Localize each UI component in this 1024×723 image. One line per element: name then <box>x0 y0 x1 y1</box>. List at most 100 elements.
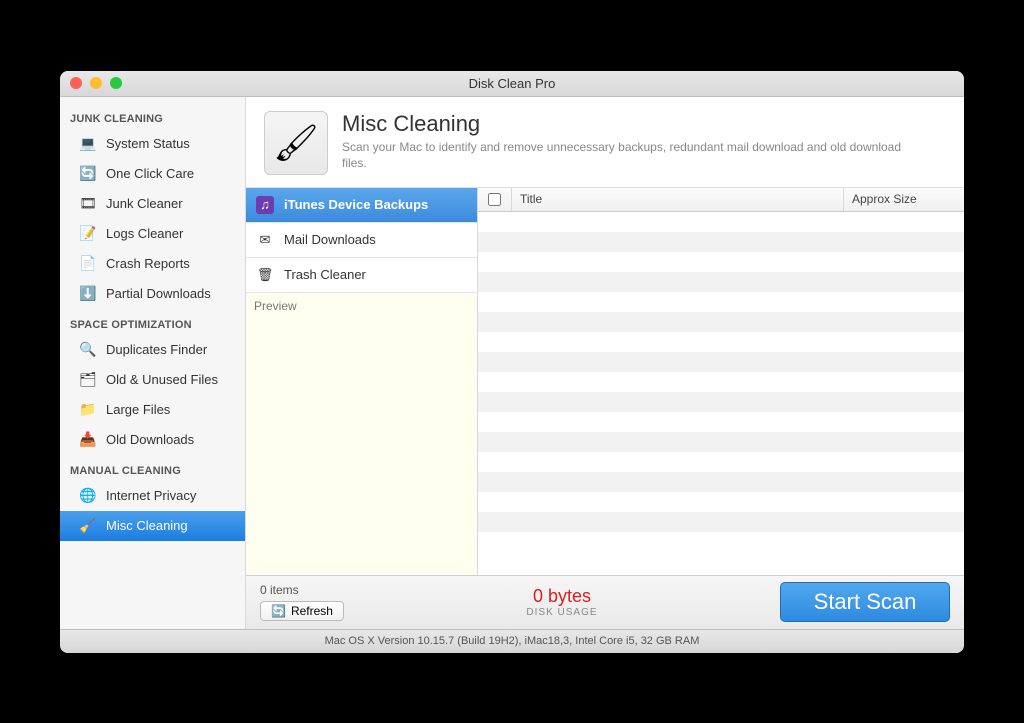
sidebar-item-misc-cleaning[interactable]: 🧹 Misc Cleaning <box>60 511 245 541</box>
empty-row <box>478 232 964 252</box>
sidebar-item-system-status[interactable]: 💻 System Status <box>60 129 245 159</box>
empty-row <box>478 432 964 452</box>
sidebar-item-one-click-care[interactable]: 🔄 One Click Care <box>60 159 245 189</box>
empty-row <box>478 412 964 432</box>
items-count: 0 items <box>260 583 344 597</box>
system-info: Mac OS X Version 10.15.7 (Build 19H2), i… <box>325 635 700 647</box>
main-panel: 🖌 Misc Cleaning Scan your Mac to identif… <box>246 97 964 629</box>
header-area: 🖌 Misc Cleaning Scan your Mac to identif… <box>246 97 964 188</box>
old-downloads-icon: 📥 <box>78 430 98 450</box>
empty-row <box>478 252 964 272</box>
category-mail-downloads[interactable]: ✉ Mail Downloads <box>246 223 477 258</box>
sidebar-item-label: Old & Unused Files <box>106 372 218 387</box>
close-button[interactable] <box>70 77 82 89</box>
bottom-bar: 0 items 🔄 Refresh 0 bytes DISK USAGE Sta… <box>246 575 964 629</box>
empty-row <box>478 372 964 392</box>
category-label: Mail Downloads <box>284 232 376 247</box>
app-window: Disk Clean Pro JUNK CLEANING 💻 System Stat… <box>60 71 964 653</box>
category-label: Trash Cleaner <box>284 267 366 282</box>
results-header: Title Approx Size <box>478 188 964 212</box>
sidebar-item-label: Misc Cleaning <box>106 518 188 533</box>
sidebar-item-label: Duplicates Finder <box>106 342 207 357</box>
middle-area: ♫ iTunes Device Backups ✉ Mail Downloads 🗑 Tr… <box>246 188 964 575</box>
empty-row <box>478 292 964 312</box>
large-files-icon: 📁 <box>78 400 98 420</box>
sidebar-item-label: Partial Downloads <box>106 286 211 301</box>
sidebar-item-label: Internet Privacy <box>106 488 196 503</box>
logs-cleaner-icon: 📝 <box>78 224 98 244</box>
internet-privacy-icon: 🌐 <box>78 486 98 506</box>
results-panel: Title Approx Size <box>478 188 964 575</box>
size-column-header[interactable]: Approx Size <box>844 188 964 211</box>
empty-row <box>478 392 964 412</box>
empty-row <box>478 352 964 372</box>
one-click-care-icon: 🔄 <box>78 164 98 184</box>
itunes-device-backups-icon: ♫ <box>256 196 274 214</box>
empty-row <box>478 472 964 492</box>
select-all-checkbox[interactable] <box>488 193 501 206</box>
sidebar-item-large-files[interactable]: 📁 Large Files <box>60 395 245 425</box>
header-text: Misc Cleaning Scan your Mac to identify … <box>342 111 902 175</box>
category-panel: ♫ iTunes Device Backups ✉ Mail Downloads 🗑 Tr… <box>246 188 478 575</box>
sidebar-section-header: JUNK CLEANING <box>60 103 245 129</box>
partial-downloads-icon: ⬇️ <box>78 284 98 304</box>
select-all-column <box>478 188 512 211</box>
sidebar-item-partial-downloads[interactable]: ⬇️ Partial Downloads <box>60 279 245 309</box>
duplicates-finder-icon: 🔍 <box>78 340 98 360</box>
empty-row <box>478 272 964 292</box>
sidebar-item-label: Logs Cleaner <box>106 226 183 241</box>
title-column-header[interactable]: Title <box>512 188 844 211</box>
preview-panel: Preview <box>246 293 477 575</box>
sidebar-section-header: MANUAL CLEANING <box>60 455 245 481</box>
bottom-left: 0 items 🔄 Refresh <box>260 583 344 621</box>
traffic-lights <box>70 77 122 89</box>
category-itunes-device-backups[interactable]: ♫ iTunes Device Backups <box>246 188 477 223</box>
empty-row <box>478 492 964 512</box>
misc-cleaning-icon: 🧹 <box>78 516 98 536</box>
empty-row <box>478 312 964 332</box>
sidebar-item-label: Old Downloads <box>106 432 194 447</box>
minimize-button[interactable] <box>90 77 102 89</box>
refresh-icon: 🔄 <box>271 604 286 618</box>
maximize-button[interactable] <box>110 77 122 89</box>
sidebar-item-duplicates-finder[interactable]: 🔍 Duplicates Finder <box>60 335 245 365</box>
sidebar-item-label: Large Files <box>106 402 170 417</box>
system-status-icon: 💻 <box>78 134 98 154</box>
sidebar: JUNK CLEANING 💻 System Status 🔄 One Click Ca… <box>60 97 246 629</box>
empty-row <box>478 532 964 552</box>
sidebar-item-logs-cleaner[interactable]: 📝 Logs Cleaner <box>60 219 245 249</box>
window-title: Disk Clean Pro <box>60 76 964 91</box>
sidebar-item-label: System Status <box>106 136 190 151</box>
preview-label: Preview <box>246 293 477 319</box>
empty-row <box>478 212 964 232</box>
sidebar-item-old-downloads[interactable]: 📥 Old Downloads <box>60 425 245 455</box>
statusbar: Mac OS X Version 10.15.7 (Build 19H2), i… <box>60 629 964 653</box>
empty-row <box>478 332 964 352</box>
sidebar-item-label: One Click Care <box>106 166 194 181</box>
usage-label: DISK USAGE <box>364 607 760 618</box>
disk-usage-display: 0 bytes DISK USAGE <box>364 586 760 618</box>
junk-cleaner-icon: 🎞 <box>78 194 98 214</box>
sidebar-item-crash-reports[interactable]: 📄 Crash Reports <box>60 249 245 279</box>
page-title: Misc Cleaning <box>342 111 902 137</box>
results-body <box>478 212 964 575</box>
start-scan-button[interactable]: Start Scan <box>780 582 950 622</box>
empty-row <box>478 452 964 472</box>
category-trash-cleaner[interactable]: 🗑 Trash Cleaner <box>246 258 477 293</box>
refresh-label: Refresh <box>291 604 333 618</box>
brush-icon: 🖌 <box>264 111 328 175</box>
sidebar-item-junk-cleaner[interactable]: 🎞 Junk Cleaner <box>60 189 245 219</box>
sidebar-item-label: Crash Reports <box>106 256 190 271</box>
category-label: iTunes Device Backups <box>284 197 428 212</box>
old-unused-files-icon: 🗂 <box>78 370 98 390</box>
content-area: JUNK CLEANING 💻 System Status 🔄 One Click Ca… <box>60 97 964 629</box>
trash-cleaner-icon: 🗑 <box>256 266 274 284</box>
mail-downloads-icon: ✉ <box>256 231 274 249</box>
sidebar-section-header: SPACE OPTIMIZATION <box>60 309 245 335</box>
crash-reports-icon: 📄 <box>78 254 98 274</box>
sidebar-item-label: Junk Cleaner <box>106 196 183 211</box>
refresh-button[interactable]: 🔄 Refresh <box>260 601 344 621</box>
sidebar-item-internet-privacy[interactable]: 🌐 Internet Privacy <box>60 481 245 511</box>
sidebar-item-old-unused-files[interactable]: 🗂 Old & Unused Files <box>60 365 245 395</box>
empty-row <box>478 512 964 532</box>
